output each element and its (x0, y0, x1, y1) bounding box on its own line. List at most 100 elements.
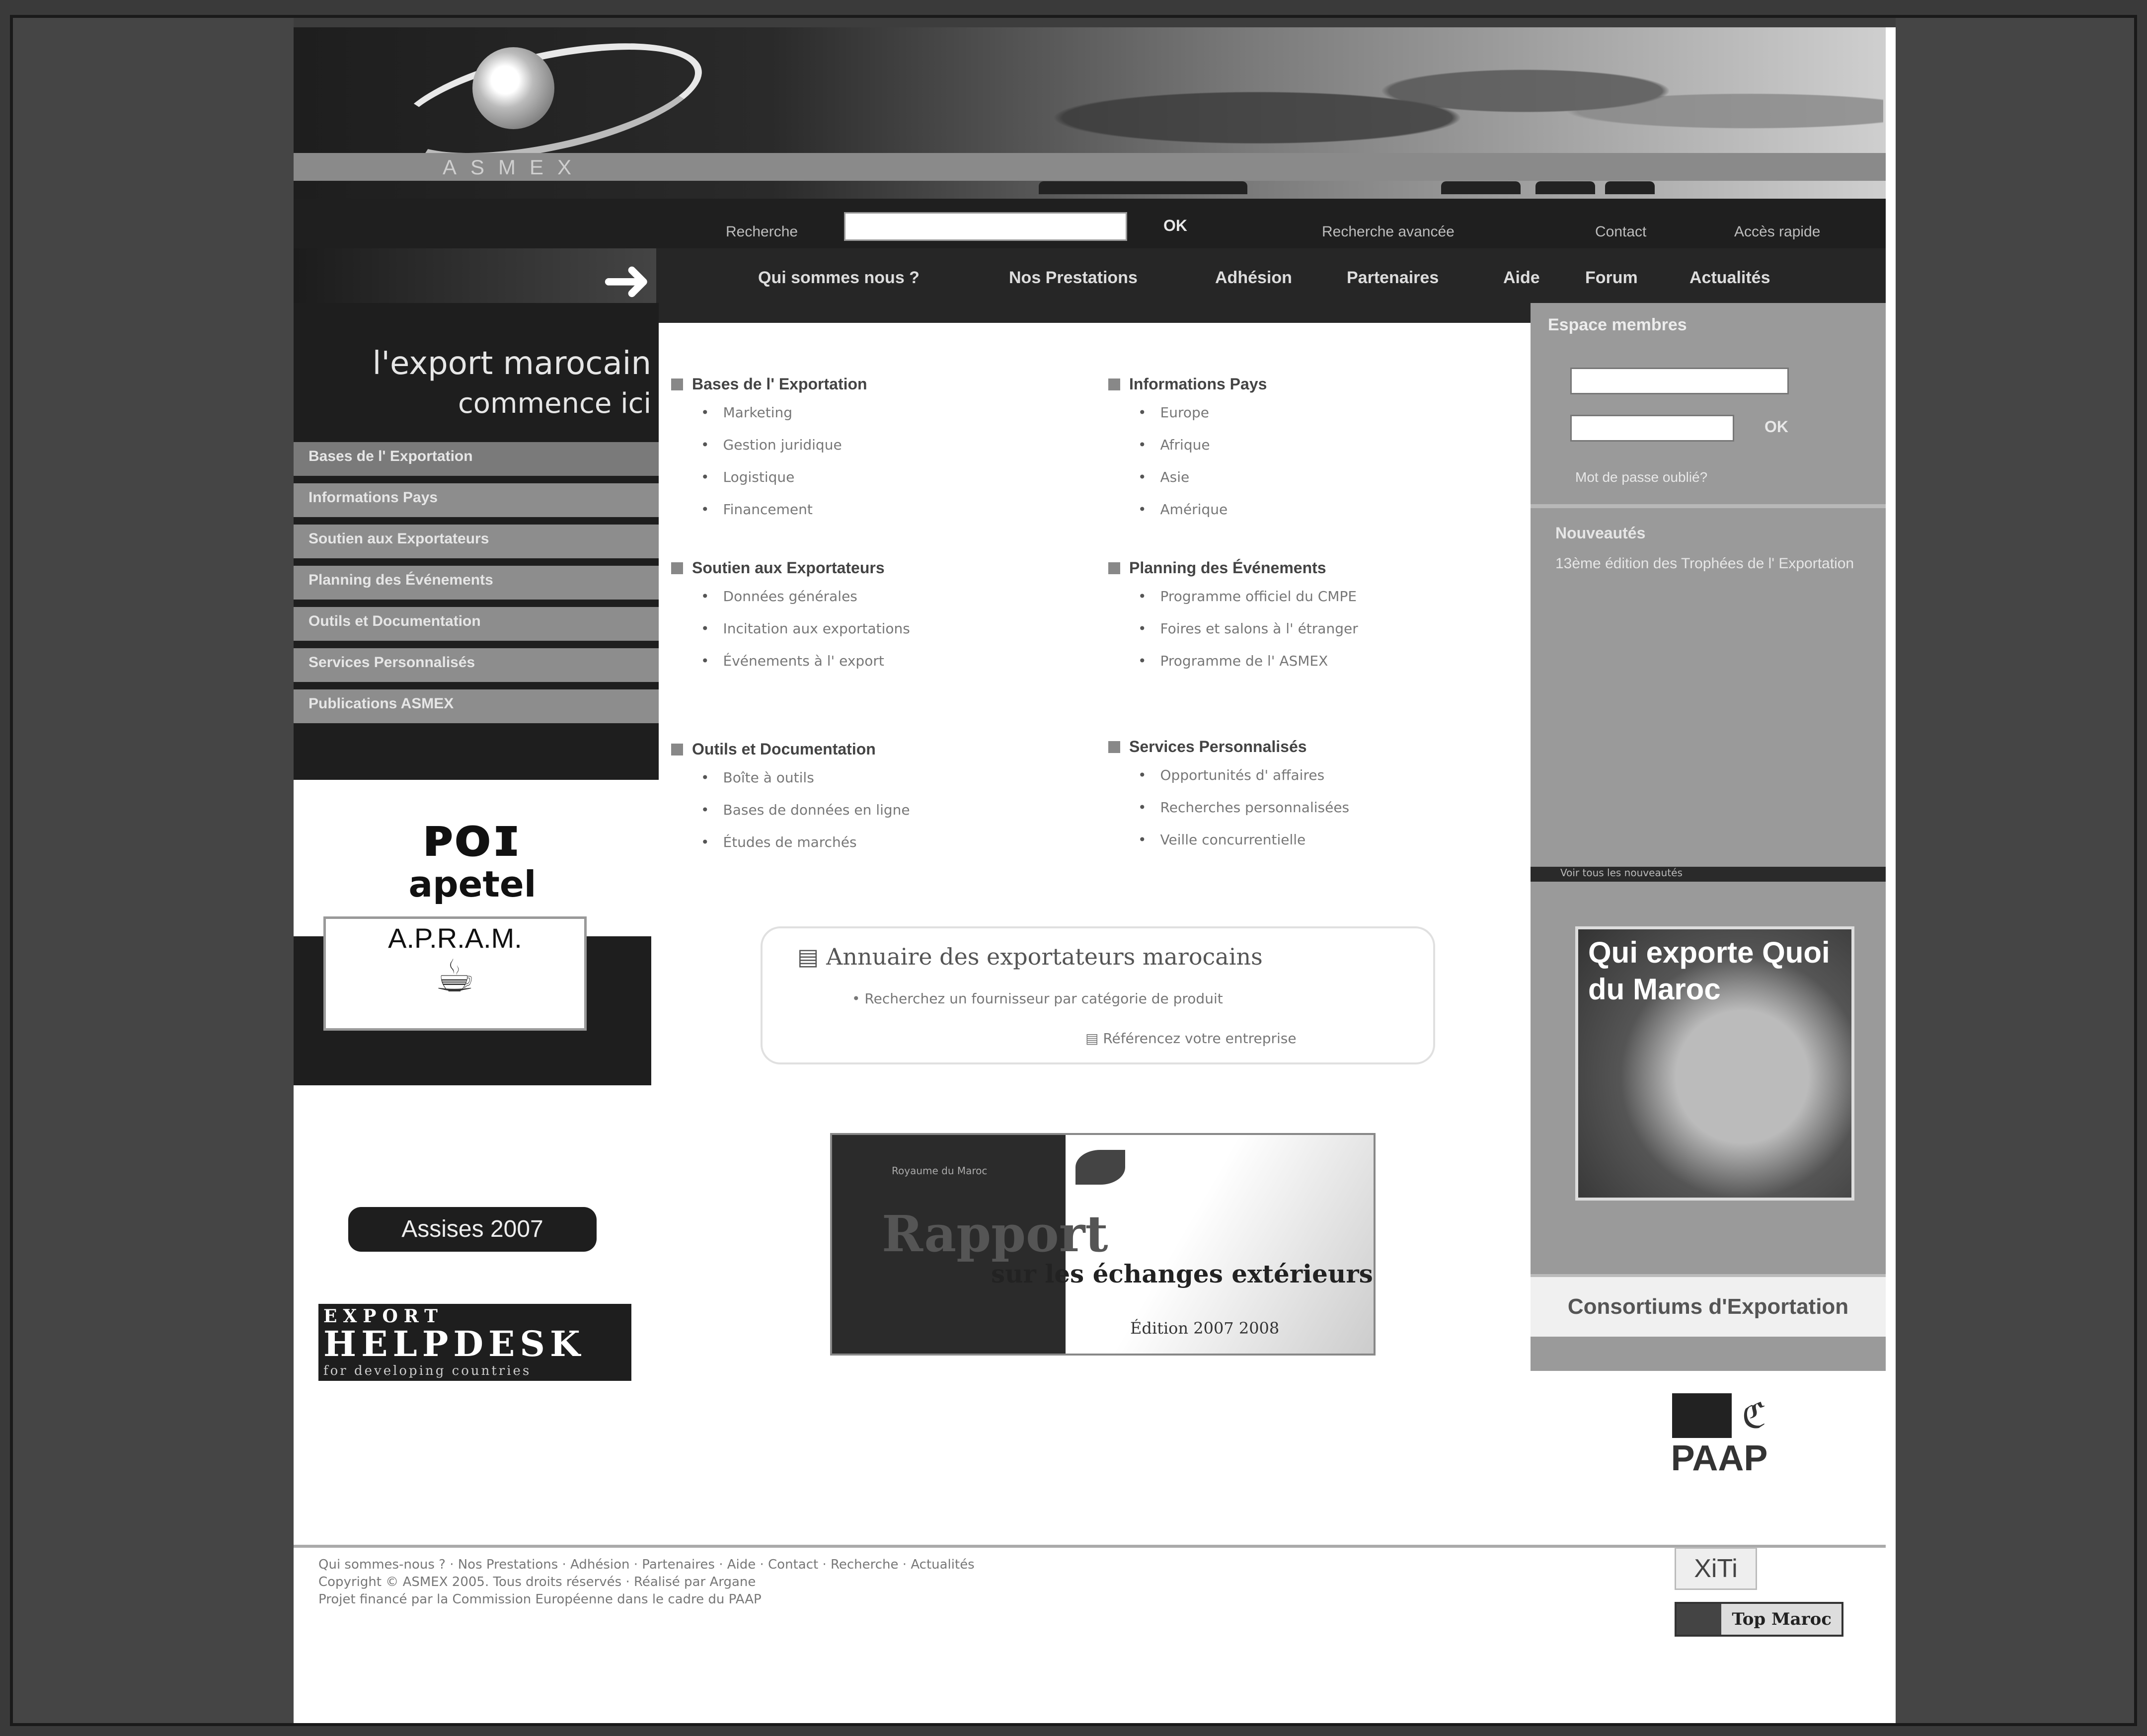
rapport-edition: Édition 2007 2008 (1130, 1319, 1280, 1338)
section-link[interactable]: Financement (701, 501, 867, 518)
nav-item-actualites[interactable]: Actualités (1689, 268, 1770, 288)
password-input[interactable] (1570, 415, 1734, 442)
left-menu-item[interactable]: Outils et Documentation (294, 607, 659, 641)
section-link[interactable]: Marketing (701, 404, 867, 421)
nav-item-adhesion[interactable]: Adhésion (1215, 268, 1292, 288)
left-menu-item[interactable]: Publications ASMEX (294, 689, 659, 723)
apetel-text: apetel (408, 863, 537, 905)
web-page: ASMEX Recherche OK Recherche avancée Con… (294, 27, 1896, 1723)
left-menu-item[interactable]: Services Personnalisés (294, 648, 659, 682)
section-link[interactable]: Études de marchés (701, 834, 910, 850)
globe-icon (472, 47, 554, 129)
news-all-link[interactable]: Voir tous les nouveautés (1531, 867, 1886, 882)
nav-item-qui-sommes-nous[interactable]: Qui sommes nous ? (758, 268, 920, 288)
section-title[interactable]: Informations Pays (1108, 375, 1267, 393)
left-menu-item[interactable]: Soutien aux Exportateurs (294, 525, 659, 558)
apram-logo[interactable]: A.P.R.A.M. ☕ (323, 916, 587, 1031)
contact-link[interactable]: Contact (1595, 224, 1646, 240)
top-maroc-badge[interactable]: Top Maroc (1675, 1602, 1843, 1637)
quick-access-link[interactable]: Accès rapide (1734, 224, 1820, 240)
left-menu-item[interactable]: Planning des Événements (294, 566, 659, 600)
section-link[interactable]: Amérique (1138, 501, 1267, 518)
right-column (1531, 303, 1886, 1371)
search-input[interactable] (844, 212, 1127, 241)
paap-text: PAAP (1671, 1438, 1768, 1478)
section-link[interactable]: Foires et salons à l' étranger (1138, 620, 1358, 637)
section-title[interactable]: Soutien aux Exportateurs (671, 559, 910, 577)
section-link[interactable]: Programme officiel du CMPE (1138, 588, 1358, 604)
section-link[interactable]: Gestion juridique (701, 437, 867, 453)
square-bullet-icon (1108, 562, 1120, 574)
section-title-text: Informations Pays (1129, 375, 1267, 393)
export-helpdesk-banner[interactable]: EXPORT HELPDESK for developing countries (318, 1304, 631, 1381)
footer-links[interactable]: Qui sommes-nous ? · Nos Prestations · Ad… (318, 1557, 975, 1572)
section-link[interactable]: Programme de l' ASMEX (1138, 653, 1358, 669)
section-link[interactable]: Afrique (1138, 437, 1267, 453)
left-menu-item[interactable]: Informations Pays (294, 483, 659, 517)
forgot-password-link[interactable]: Mot de passe oublié? (1575, 469, 1707, 485)
search-ok-button[interactable]: OK (1160, 216, 1190, 235)
nav-item-partenaires[interactable]: Partenaires (1347, 268, 1439, 288)
section-title[interactable]: Planning des Événements (1108, 559, 1358, 577)
section-title[interactable]: Bases de l' Exportation (671, 375, 867, 393)
section-title[interactable]: Outils et Documentation (671, 740, 910, 758)
paap-logo[interactable]: ℭ PAAP (1645, 1393, 1794, 1479)
section-title-text: Planning des Événements (1129, 559, 1326, 577)
rapport-banner[interactable]: Royaume du Maroc Rapport sur les échange… (830, 1133, 1376, 1356)
banner-tab (1605, 181, 1655, 194)
annuaire-search-link[interactable]: • Recherchez un fournisseur par catégori… (852, 990, 1223, 1007)
assises-button[interactable]: Assises 2007 (348, 1207, 597, 1252)
annuaire-ref-text: Référencez votre entreprise (1103, 1030, 1297, 1047)
news-item[interactable]: 13ème édition des Trophées de l' Exporta… (1555, 554, 1873, 574)
section-link[interactable]: Recherches personnalisées (1138, 799, 1350, 816)
section-outils: Outils et Documentation Boîte à outils B… (671, 740, 910, 866)
section-link[interactable]: Incitation aux exportations (701, 620, 910, 637)
login-ok-button[interactable]: OK (1762, 417, 1791, 437)
annuaire-title[interactable]: ▤ Annuaire des exportateurs marocains (797, 943, 1263, 970)
left-menu: Bases de l' Exportation Informations Pay… (294, 442, 659, 731)
apetel-mark-icon: ᴘᴏɪ (423, 805, 522, 869)
section-link[interactable]: Bases de données en ligne (701, 802, 910, 818)
login-input[interactable] (1570, 368, 1789, 394)
search-label: Recherche (726, 224, 798, 240)
footer-funding: Projet financé par la Commission Europée… (318, 1592, 762, 1607)
section-link[interactable]: Europe (1138, 404, 1267, 421)
doc-icon: ▤ (1085, 1030, 1103, 1047)
section-title[interactable]: Services Personnalisés (1108, 738, 1349, 756)
consortiums-banner[interactable]: Consortiums d'Exportation (1531, 1274, 1886, 1337)
apram-text: A.P.R.A.M. (388, 922, 522, 954)
section-pays: Informations Pays Europe Afrique Asie Am… (1108, 375, 1267, 533)
section-link[interactable]: Veille concurrentielle (1138, 831, 1349, 848)
xiti-badge[interactable]: XiTi (1675, 1547, 1757, 1590)
square-bullet-icon (1108, 741, 1120, 753)
left-menu-item[interactable]: Bases de l' Exportation (294, 442, 659, 476)
teapot-icon: ☕ (435, 950, 475, 1002)
right-margin (1896, 18, 2134, 1723)
advanced-search-link[interactable]: Recherche avancée (1322, 224, 1455, 240)
nav-item-forum[interactable]: Forum (1585, 268, 1638, 288)
annuaire-ref-link[interactable]: ▤ Référencez votre entreprise (1085, 1030, 1297, 1047)
eu-flag-icon (1672, 1393, 1732, 1438)
section-services: Services Personnalisés Opportunités d' a… (1108, 738, 1349, 864)
world-map-graphic (989, 37, 1883, 171)
section-link[interactable]: Données générales (701, 588, 910, 604)
nav-item-aide[interactable]: Aide (1503, 268, 1540, 288)
footer-copyright: Copyright © ASMEX 2005. Tous droits rése… (318, 1575, 756, 1589)
banner-tab (1441, 181, 1521, 194)
section-link[interactable]: Boîte à outils (701, 769, 910, 786)
qui-exporte-banner[interactable]: Qui exporte Quoi du Maroc (1575, 926, 1854, 1201)
section-title-text: Outils et Documentation (692, 740, 876, 758)
square-bullet-icon (671, 562, 683, 574)
nav-item-prestations[interactable]: Nos Prestations (1009, 268, 1138, 288)
section-title-text: Soutien aux Exportateurs (692, 559, 885, 577)
rapport-title: Rapport (882, 1205, 1108, 1263)
left-margin (13, 18, 294, 1723)
section-link[interactable]: Logistique (701, 469, 867, 485)
section-soutien: Soutien aux Exportateurs Données général… (671, 559, 910, 685)
section-link[interactable]: Asie (1138, 469, 1267, 485)
section-link[interactable]: Opportunités d' affaires (1138, 767, 1349, 783)
footer-divider (294, 1545, 1886, 1548)
section-link[interactable]: Événements à l' export (701, 653, 910, 669)
news-title: Nouveautés (1555, 524, 1646, 542)
banner-tab (1039, 181, 1247, 194)
